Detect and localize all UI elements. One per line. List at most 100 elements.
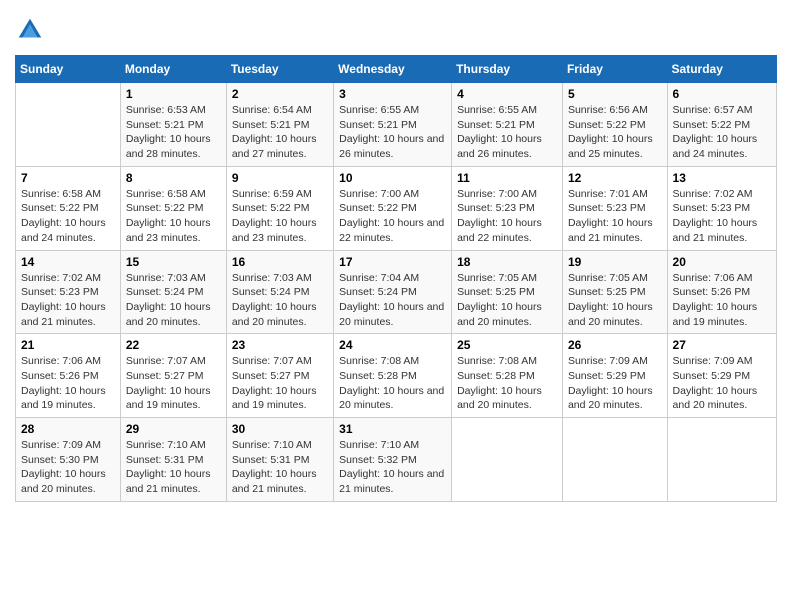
day-number: 8 [126, 171, 221, 185]
cell-w3-d1: 14 Sunrise: 7:02 AMSunset: 5:23 PMDayligh… [16, 250, 121, 334]
day-number: 17 [339, 255, 446, 269]
week-row-1: 1 Sunrise: 6:53 AMSunset: 5:21 PMDaylight… [16, 83, 777, 167]
day-number: 29 [126, 422, 221, 436]
header-tuesday: Tuesday [226, 56, 333, 83]
logo [15, 15, 49, 45]
day-number: 20 [673, 255, 771, 269]
day-number: 13 [673, 171, 771, 185]
day-detail: Sunrise: 7:09 AMSunset: 5:29 PMDaylight:… [568, 355, 653, 411]
day-number: 5 [568, 87, 662, 101]
cell-w3-d4: 17 Sunrise: 7:04 AMSunset: 5:24 PMDayligh… [334, 250, 452, 334]
cell-w2-d5: 11 Sunrise: 7:00 AMSunset: 5:23 PMDayligh… [452, 166, 563, 250]
day-number: 6 [673, 87, 771, 101]
day-number: 11 [457, 171, 557, 185]
day-detail: Sunrise: 6:57 AMSunset: 5:22 PMDaylight:… [673, 104, 758, 160]
page-header [15, 15, 777, 45]
cell-w2-d6: 12 Sunrise: 7:01 AMSunset: 5:23 PMDayligh… [562, 166, 667, 250]
day-number: 25 [457, 338, 557, 352]
day-detail: Sunrise: 7:05 AMSunset: 5:25 PMDaylight:… [568, 272, 653, 328]
header-thursday: Thursday [452, 56, 563, 83]
day-number: 31 [339, 422, 446, 436]
cell-w3-d3: 16 Sunrise: 7:03 AMSunset: 5:24 PMDayligh… [226, 250, 333, 334]
cell-w5-d3: 30 Sunrise: 7:10 AMSunset: 5:31 PMDayligh… [226, 418, 333, 502]
day-number: 4 [457, 87, 557, 101]
cell-w3-d6: 19 Sunrise: 7:05 AMSunset: 5:25 PMDayligh… [562, 250, 667, 334]
cell-w4-d7: 27 Sunrise: 7:09 AMSunset: 5:29 PMDayligh… [667, 334, 776, 418]
week-row-4: 21 Sunrise: 7:06 AMSunset: 5:26 PMDayligh… [16, 334, 777, 418]
day-detail: Sunrise: 7:02 AMSunset: 5:23 PMDaylight:… [21, 272, 106, 328]
cell-w1-d5: 4 Sunrise: 6:55 AMSunset: 5:21 PMDaylight… [452, 83, 563, 167]
day-number: 12 [568, 171, 662, 185]
day-number: 24 [339, 338, 446, 352]
day-detail: Sunrise: 6:58 AMSunset: 5:22 PMDaylight:… [126, 188, 211, 244]
day-detail: Sunrise: 7:04 AMSunset: 5:24 PMDaylight:… [339, 272, 444, 328]
day-number: 19 [568, 255, 662, 269]
day-number: 30 [232, 422, 328, 436]
day-number: 10 [339, 171, 446, 185]
cell-w3-d7: 20Sunrise: 7:06 AMSunset: 5:26 PMDayligh… [667, 250, 776, 334]
week-row-2: 7 Sunrise: 6:58 AMSunset: 5:22 PMDaylight… [16, 166, 777, 250]
day-number: 28 [21, 422, 115, 436]
day-number: 7 [21, 171, 115, 185]
day-number: 26 [568, 338, 662, 352]
cell-w4-d2: 22 Sunrise: 7:07 AMSunset: 5:27 PMDayligh… [120, 334, 226, 418]
day-number: 1 [126, 87, 221, 101]
cell-w4-d4: 24 Sunrise: 7:08 AMSunset: 5:28 PMDayligh… [334, 334, 452, 418]
logo-icon [15, 15, 45, 45]
day-detail: Sunrise: 6:53 AMSunset: 5:21 PMDaylight:… [126, 104, 211, 160]
day-detail: Sunrise: 6:55 AMSunset: 5:21 PMDaylight:… [457, 104, 542, 160]
day-number: 2 [232, 87, 328, 101]
day-detail: Sunrise: 7:06 AMSunset: 5:26 PMDaylight:… [21, 355, 106, 411]
day-detail: Sunrise: 7:09 AMSunset: 5:29 PMDaylight:… [673, 355, 758, 411]
header-friday: Friday [562, 56, 667, 83]
day-detail: Sunrise: 7:03 AMSunset: 5:24 PMDaylight:… [232, 272, 317, 328]
day-detail: Sunrise: 7:00 AMSunset: 5:23 PMDaylight:… [457, 188, 542, 244]
day-detail: Sunrise: 7:00 AMSunset: 5:22 PMDaylight:… [339, 188, 444, 244]
day-detail: Sunrise: 7:10 AMSunset: 5:32 PMDaylight:… [339, 439, 444, 495]
day-detail: Sunrise: 6:58 AMSunset: 5:22 PMDaylight:… [21, 188, 106, 244]
header-sunday: Sunday [16, 56, 121, 83]
day-detail: Sunrise: 7:08 AMSunset: 5:28 PMDaylight:… [339, 355, 444, 411]
cell-w2-d7: 13 Sunrise: 7:02 AMSunset: 5:23 PMDayligh… [667, 166, 776, 250]
cell-w1-d7: 6 Sunrise: 6:57 AMSunset: 5:22 PMDaylight… [667, 83, 776, 167]
cell-w4-d3: 23 Sunrise: 7:07 AMSunset: 5:27 PMDayligh… [226, 334, 333, 418]
cell-w1-d1 [16, 83, 121, 167]
cell-w1-d2: 1 Sunrise: 6:53 AMSunset: 5:21 PMDaylight… [120, 83, 226, 167]
cell-w5-d1: 28Sunrise: 7:09 AMSunset: 5:30 PMDayligh… [16, 418, 121, 502]
cell-w5-d6 [562, 418, 667, 502]
cell-w2-d3: 9Sunrise: 6:59 AMSunset: 5:22 PMDaylight… [226, 166, 333, 250]
day-detail: Sunrise: 6:54 AMSunset: 5:21 PMDaylight:… [232, 104, 317, 160]
cell-w1-d4: 3 Sunrise: 6:55 AMSunset: 5:21 PMDaylight… [334, 83, 452, 167]
cell-w4-d5: 25 Sunrise: 7:08 AMSunset: 5:28 PMDayligh… [452, 334, 563, 418]
day-detail: Sunrise: 6:55 AMSunset: 5:21 PMDaylight:… [339, 104, 444, 160]
day-detail: Sunrise: 7:08 AMSunset: 5:28 PMDaylight:… [457, 355, 542, 411]
cell-w1-d3: 2 Sunrise: 6:54 AMSunset: 5:21 PMDaylight… [226, 83, 333, 167]
day-number: 23 [232, 338, 328, 352]
cell-w5-d5 [452, 418, 563, 502]
day-detail: Sunrise: 7:10 AMSunset: 5:31 PMDaylight:… [232, 439, 317, 495]
cell-w2-d1: 7 Sunrise: 6:58 AMSunset: 5:22 PMDaylight… [16, 166, 121, 250]
header-saturday: Saturday [667, 56, 776, 83]
day-number: 27 [673, 338, 771, 352]
cell-w5-d7 [667, 418, 776, 502]
day-number: 3 [339, 87, 446, 101]
day-number: 16 [232, 255, 328, 269]
cell-w4-d1: 21 Sunrise: 7:06 AMSunset: 5:26 PMDayligh… [16, 334, 121, 418]
day-number: 21 [21, 338, 115, 352]
day-detail: Sunrise: 7:01 AMSunset: 5:23 PMDaylight:… [568, 188, 653, 244]
day-detail: Sunrise: 6:56 AMSunset: 5:22 PMDaylight:… [568, 104, 653, 160]
day-detail: Sunrise: 7:10 AMSunset: 5:31 PMDaylight:… [126, 439, 211, 495]
day-detail: Sunrise: 7:05 AMSunset: 5:25 PMDaylight:… [457, 272, 542, 328]
calendar-body: 1 Sunrise: 6:53 AMSunset: 5:21 PMDaylight… [16, 83, 777, 502]
day-number: 22 [126, 338, 221, 352]
cell-w4-d6: 26 Sunrise: 7:09 AMSunset: 5:29 PMDayligh… [562, 334, 667, 418]
header-wednesday: Wednesday [334, 56, 452, 83]
day-detail: Sunrise: 7:07 AMSunset: 5:27 PMDaylight:… [232, 355, 317, 411]
cell-w1-d6: 5 Sunrise: 6:56 AMSunset: 5:22 PMDaylight… [562, 83, 667, 167]
cell-w5-d4: 31 Sunrise: 7:10 AMSunset: 5:32 PMDayligh… [334, 418, 452, 502]
calendar-table: SundayMondayTuesdayWednesdayThursdayFrid… [15, 55, 777, 502]
day-detail: Sunrise: 7:02 AMSunset: 5:23 PMDaylight:… [673, 188, 758, 244]
calendar-header: SundayMondayTuesdayWednesdayThursdayFrid… [16, 56, 777, 83]
day-number: 14 [21, 255, 115, 269]
day-detail: Sunrise: 7:07 AMSunset: 5:27 PMDaylight:… [126, 355, 211, 411]
